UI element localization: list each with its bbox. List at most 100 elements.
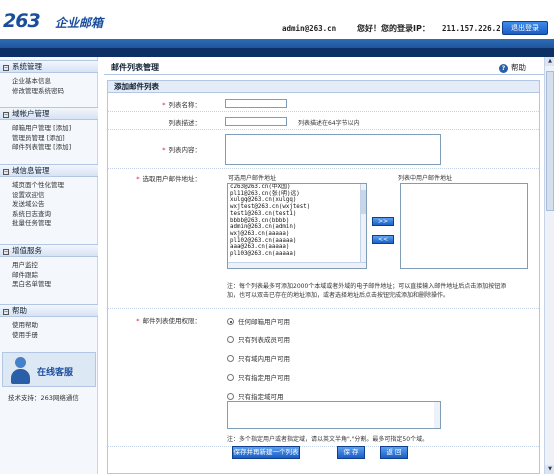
row-list-content: * 列表内容： bbox=[108, 130, 539, 169]
address-option[interactable]: c263@263.cn(中X国) bbox=[228, 184, 366, 191]
form-title: 添加邮件列表 bbox=[108, 81, 539, 93]
available-header: 可选用户邮件地址 bbox=[228, 175, 277, 182]
sidebar-section-domain: − 域信息管理 域页面个性化管理 设置欢迎信 发送域公告 系统日志查询 批量任务管… bbox=[0, 164, 98, 229]
list-scrollbar[interactable] bbox=[360, 184, 366, 268]
address-note-line1: 注：每个列表最多可添加2000个本域或者外域的电子邮件地址；可以直接输入邮件地址… bbox=[227, 283, 507, 290]
back-button[interactable]: 返 回 bbox=[380, 446, 408, 459]
list-desc-input[interactable] bbox=[225, 117, 287, 126]
collapse-icon[interactable]: − bbox=[3, 169, 9, 175]
address-option[interactable]: admin@263.cn(admin) bbox=[228, 224, 366, 231]
collapse-icon[interactable]: − bbox=[3, 112, 9, 118]
address-option[interactable]: pl103@263.cn(aaaaa) bbox=[228, 251, 366, 258]
sidebar-section-help: − 帮助 使用帮助 使用手册 bbox=[0, 304, 98, 340]
sidebar-section-header[interactable]: − 域信息管理 bbox=[0, 164, 98, 177]
available-address-list[interactable]: c263@263.cn(中X国) pl11@263.cn(张(明)远) xulgq@… bbox=[227, 183, 367, 269]
sidebar-item-mailbox-users[interactable]: 邮箱用户管理 [添加] bbox=[0, 124, 98, 134]
header-ip: 211.157.226.2 bbox=[442, 24, 501, 33]
sidebar-item-personalize[interactable]: 域页面个性化管理 bbox=[0, 181, 98, 191]
logo-mark: 263 bbox=[3, 10, 41, 32]
textarea-scrollbar[interactable] bbox=[434, 402, 440, 428]
radio-icon[interactable] bbox=[227, 393, 234, 400]
permission-label: * 邮件列表使用权限： bbox=[136, 317, 201, 325]
permission-option-specified-users[interactable]: 只有指定用户可用 bbox=[227, 372, 290, 382]
sidebar-section-header[interactable]: − 系统管理 bbox=[0, 60, 98, 73]
sidebar-item-welcome[interactable]: 设置欢迎信 bbox=[0, 191, 98, 201]
address-option[interactable]: wxj@263.cn(aaaaa) bbox=[228, 231, 366, 238]
divider bbox=[108, 446, 539, 447]
online-service-button[interactable]: 在线客服 bbox=[2, 352, 96, 387]
list-desc-label: 列表描述： bbox=[168, 119, 202, 127]
scroll-down-icon[interactable]: ▼ bbox=[545, 465, 554, 474]
radio-icon[interactable] bbox=[227, 336, 234, 343]
sidebar-item-mail-lists[interactable]: 邮件列表管理 [添加] bbox=[0, 143, 98, 153]
specified-domains-textarea[interactable] bbox=[227, 401, 441, 429]
help-icon: ? bbox=[499, 64, 508, 73]
row-list-desc: 列表描述： 列表描述在64字节以内 bbox=[108, 112, 539, 130]
radio-icon[interactable] bbox=[227, 318, 234, 325]
permission-option-any[interactable]: 任何邮箱用户可用 bbox=[227, 316, 290, 326]
list-name-input[interactable] bbox=[225, 99, 287, 108]
sidebar-section-header[interactable]: − 域帐户管理 bbox=[0, 107, 98, 120]
collapse-icon[interactable]: − bbox=[3, 249, 9, 255]
permission-option-specified-domains[interactable]: 只有指定域可用 bbox=[227, 391, 284, 401]
sidebar-item-logs[interactable]: 系统日志查询 bbox=[0, 210, 98, 220]
available-items: c263@263.cn(中X国) pl11@263.cn(张(明)远) xulgq@… bbox=[228, 184, 366, 258]
list-name-label: * 列表名称： bbox=[162, 101, 201, 109]
selected-address-list[interactable] bbox=[400, 183, 528, 269]
sidebar-section-accounts: − 域帐户管理 邮箱用户管理 [添加] 管理员管理 [添加] 邮件列表管理 [添加… bbox=[0, 107, 98, 153]
row-list-name: * 列表名称： bbox=[108, 94, 539, 112]
address-option[interactable]: aaa@263.cn(aaaaa) bbox=[228, 244, 366, 251]
sidebar-section-header[interactable]: − 增值服务 bbox=[0, 244, 98, 257]
help-link[interactable]: ? 帮助 bbox=[499, 62, 526, 73]
sidebar-section-header[interactable]: − 帮助 bbox=[0, 304, 98, 317]
row-permission: * 邮件列表使用权限： 任何邮箱用户可用 只有列表成员可用 只有域内用户可用 只有… bbox=[108, 309, 539, 434]
permission-option-domain-users[interactable]: 只有域内用户可用 bbox=[227, 353, 290, 363]
sidebar-item-change-password[interactable]: 修改管理系统密码 bbox=[0, 87, 98, 97]
list-content-textarea[interactable] bbox=[225, 134, 441, 165]
save-and-new-button[interactable]: 保存并再新建一个列表 bbox=[232, 446, 300, 459]
sidebar-section-system: − 系统管理 企业基本信息 修改管理系统密码 bbox=[0, 60, 98, 96]
agent-icon bbox=[8, 357, 32, 385]
online-service-label: 在线客服 bbox=[37, 368, 74, 378]
sidebar-item-batch[interactable]: 批量任务管理 bbox=[0, 219, 98, 229]
header-band-dark bbox=[0, 48, 554, 57]
sidebar-item-blacklist[interactable]: 黑白名单管理 bbox=[0, 280, 98, 290]
address-option[interactable]: bbbb@263.cn(bbbb) bbox=[228, 218, 366, 225]
select-label: * 选取用户邮件地址： bbox=[136, 175, 201, 183]
scroll-thumb[interactable] bbox=[546, 71, 554, 211]
save-button[interactable]: 保 存 bbox=[337, 446, 365, 459]
main-content: 邮件列表管理 ? 帮助 添加邮件列表 * 列表名称： 列表描述： 列表描述在64字节… bbox=[104, 57, 544, 474]
support-text: 技术支持：263网络通信 bbox=[8, 394, 79, 402]
add-address-button[interactable]: >> bbox=[372, 217, 394, 226]
sidebar-section-value-added: − 增值服务 用户监控 邮件跟踪 黑白名单管理 bbox=[0, 244, 98, 290]
address-option[interactable]: pl102@263.cn(aaaaa) bbox=[228, 238, 366, 245]
address-option[interactable]: xulgq@263.cn(xulgq) bbox=[228, 197, 366, 204]
sidebar-item-user-monitor[interactable]: 用户监控 bbox=[0, 261, 98, 271]
address-note-line2: 加，也可以双击已存在的地址添加，或者选择地址后点击按钮完成添加和删除操作。 bbox=[227, 292, 450, 299]
add-list-form: 添加邮件列表 * 列表名称： 列表描述： 列表描述在64字节以内 * 列表内容： *… bbox=[107, 80, 540, 474]
remove-address-button[interactable]: << bbox=[372, 235, 394, 244]
header-user: admin@263.cn bbox=[282, 24, 337, 33]
row-select-addresses: * 选取用户邮件地址： 可选用户邮件地址 列表中用户邮件地址 c263@263.c… bbox=[108, 169, 539, 309]
sidebar-item-admins[interactable]: 管理员管理 [添加] bbox=[0, 134, 98, 144]
address-option[interactable]: test1@263.cn(test1) bbox=[228, 211, 366, 218]
sidebar-item-announce[interactable]: 发送域公告 bbox=[0, 200, 98, 210]
logout-button[interactable]: 退出登录 bbox=[502, 21, 548, 35]
sidebar-item-help[interactable]: 使用帮助 bbox=[0, 321, 98, 331]
address-option[interactable]: wxjtest@263.cn(wxjtest) bbox=[228, 204, 366, 211]
page-scrollbar[interactable]: ▲ ▼ bbox=[544, 57, 554, 474]
sidebar-item-company-info[interactable]: 企业基本信息 bbox=[0, 77, 98, 87]
logo-text: 企业邮箱 bbox=[55, 16, 104, 30]
radio-icon[interactable] bbox=[227, 355, 234, 362]
collapse-icon[interactable]: − bbox=[3, 309, 9, 315]
sidebar: − 系统管理 企业基本信息 修改管理系统密码 − 域帐户管理 邮箱用户管理 [添加]… bbox=[0, 57, 98, 474]
collapse-icon[interactable]: − bbox=[3, 65, 9, 71]
sidebar-item-manual[interactable]: 使用手册 bbox=[0, 331, 98, 341]
selected-header: 列表中用户邮件地址 bbox=[398, 175, 453, 182]
scroll-up-icon[interactable]: ▲ bbox=[545, 57, 554, 66]
permission-option-members[interactable]: 只有列表成员可用 bbox=[227, 334, 290, 344]
sidebar-item-mail-tracking[interactable]: 邮件跟踪 bbox=[0, 271, 98, 281]
list-hscrollbar[interactable] bbox=[228, 262, 366, 268]
radio-icon[interactable] bbox=[227, 374, 234, 381]
address-option[interactable]: pl11@263.cn(张(明)远) bbox=[228, 191, 366, 198]
